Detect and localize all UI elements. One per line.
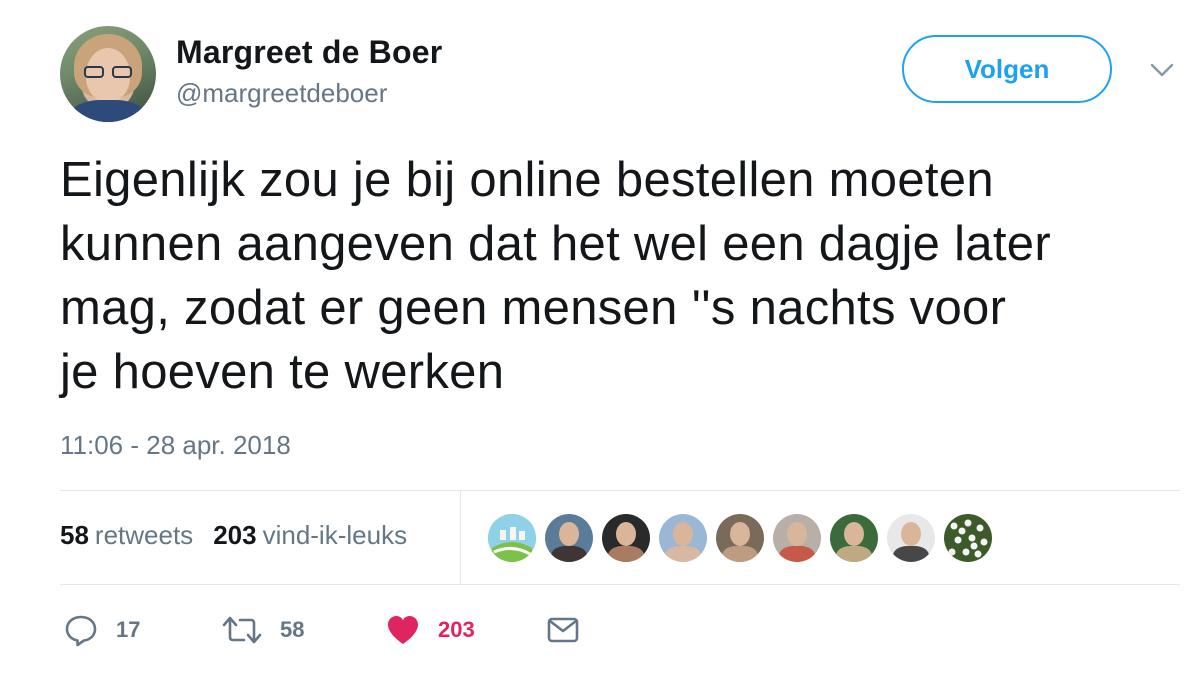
person-avatar-icon[interactable] bbox=[545, 514, 593, 562]
author-handle[interactable]: @margreetdeboer bbox=[176, 78, 387, 109]
flowers-avatar-icon[interactable] bbox=[944, 514, 992, 562]
divider bbox=[460, 491, 461, 584]
direct-message-action[interactable] bbox=[546, 612, 580, 648]
tweet-text-line: mag, zodat er geen mensen ''s nachts voo… bbox=[60, 281, 1007, 335]
likes-count: 203 bbox=[213, 520, 257, 550]
avatar-shirt bbox=[70, 100, 146, 122]
like-count: 203 bbox=[438, 617, 475, 642]
retweet-count: 58 bbox=[280, 617, 305, 642]
reply-icon bbox=[65, 615, 97, 647]
reply-action[interactable]: 17 bbox=[64, 612, 140, 648]
tweet-text-line: je hoeven te werken bbox=[60, 345, 505, 399]
action-bar: 17 58 203 bbox=[64, 612, 624, 648]
heart-icon bbox=[388, 616, 418, 644]
tweet-text-line: kunnen aangeven dat het wel een dagje la… bbox=[60, 217, 1051, 271]
chevron-down-icon[interactable] bbox=[1149, 60, 1175, 80]
retweets-label: retweets bbox=[94, 520, 194, 550]
author-avatar[interactable] bbox=[60, 26, 156, 122]
like-action[interactable]: 203 bbox=[386, 612, 475, 648]
liker-avatars bbox=[488, 514, 992, 562]
retweets-stat[interactable]: 58 retweets bbox=[60, 520, 193, 551]
person-avatar-icon[interactable] bbox=[830, 514, 878, 562]
envelope-icon bbox=[547, 617, 579, 643]
author-name[interactable]: Margreet de Boer bbox=[176, 34, 442, 71]
person-avatar-icon[interactable] bbox=[659, 514, 707, 562]
reply-count: 17 bbox=[116, 617, 141, 642]
tweet-card: Margreet de Boer @margreetdeboer Volgen … bbox=[0, 0, 1192, 678]
person-avatar-icon[interactable] bbox=[773, 514, 821, 562]
retweet-action[interactable]: 58 bbox=[222, 612, 304, 648]
person-avatar-icon[interactable] bbox=[716, 514, 764, 562]
tweet-text: Eigenlijk zou je bij online bestellen mo… bbox=[60, 148, 1170, 404]
person-avatar-icon[interactable] bbox=[602, 514, 650, 562]
tweet-stats: 58 retweets 203 vind-ik-leuks bbox=[60, 520, 407, 551]
retweets-count: 58 bbox=[60, 520, 89, 550]
divider bbox=[60, 490, 1180, 491]
retweet-icon bbox=[222, 616, 262, 644]
likes-label: vind-ik-leuks bbox=[262, 520, 408, 550]
likes-stat[interactable]: 203 vind-ik-leuks bbox=[213, 520, 407, 551]
follow-button[interactable]: Volgen bbox=[902, 35, 1112, 103]
avatar-glasses bbox=[84, 66, 132, 78]
person-avatar-icon[interactable] bbox=[887, 514, 935, 562]
tweet-text-line: Eigenlijk zou je bij online bestellen mo… bbox=[60, 153, 994, 207]
logo-avatar-icon[interactable] bbox=[488, 514, 536, 562]
divider bbox=[60, 584, 1180, 585]
tweet-timestamp[interactable]: 11:06 - 28 apr. 2018 bbox=[60, 430, 291, 461]
